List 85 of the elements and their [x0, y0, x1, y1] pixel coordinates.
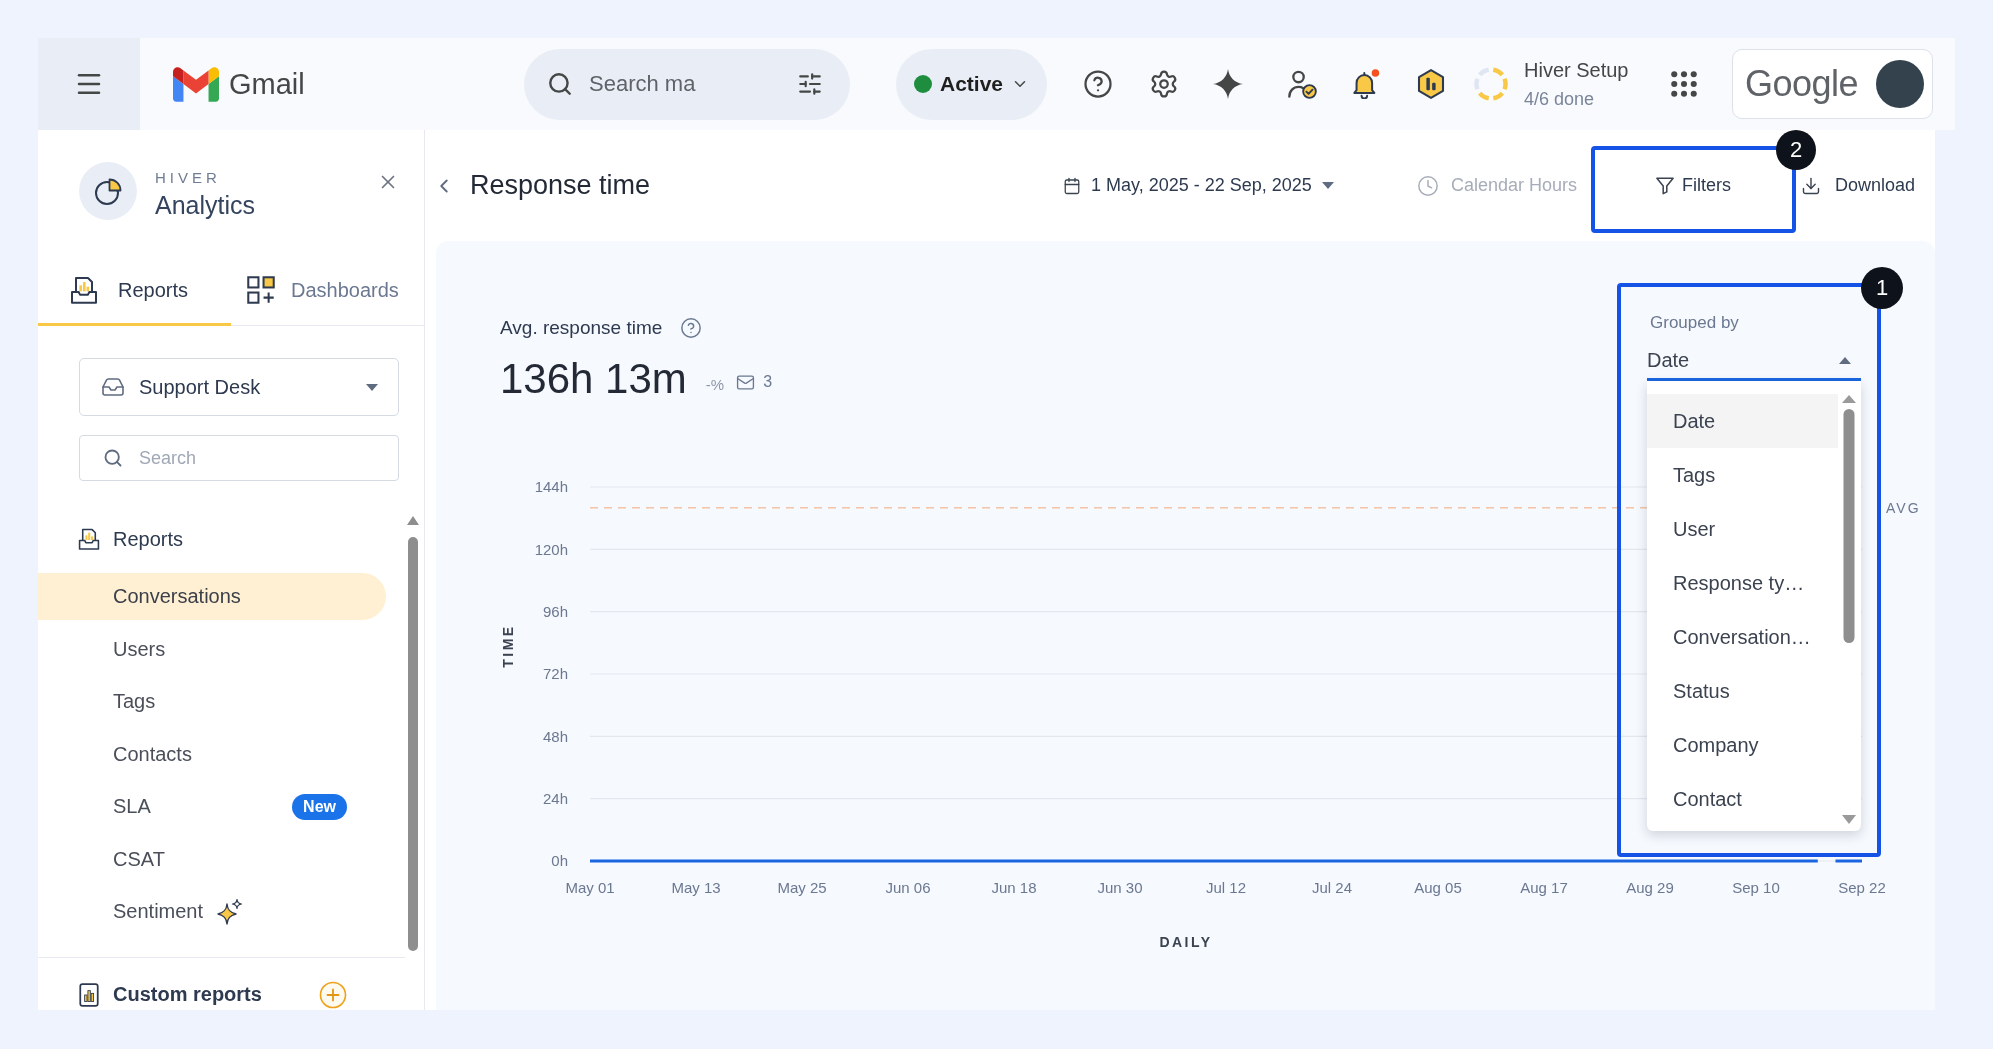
help-icon[interactable]	[680, 317, 703, 339]
axis-label: Sep 10	[1732, 879, 1780, 897]
section-title: Custom reports	[113, 983, 262, 1006]
brand-title: Analytics	[155, 190, 256, 220]
avatar	[1876, 60, 1924, 108]
axis-label: Aug 29	[1626, 879, 1674, 897]
mail-icon	[736, 372, 756, 392]
search-input[interactable]: Search	[139, 447, 398, 469]
metric-title: Avg. response time	[500, 317, 663, 339]
axis-label: Sep 22	[1838, 879, 1886, 897]
search-icon	[103, 448, 123, 468]
download-button[interactable]: Download	[1801, 175, 1916, 196]
person-check-icon[interactable]	[1287, 69, 1317, 99]
axis-label: Jul 12	[1206, 879, 1246, 897]
caret-icon	[366, 383, 378, 391]
tab[interactable]: Reports	[38, 254, 231, 326]
setup-title[interactable]: Hiver Setup	[1524, 59, 1629, 81]
caret-icon	[1321, 182, 1334, 189]
scrollbar[interactable]	[406, 514, 420, 951]
axis-label: Jul 24	[1312, 879, 1352, 897]
search-input[interactable]: Search ma	[589, 71, 781, 97]
axis-label: May 01	[565, 879, 615, 897]
axis-label: 144h	[534, 478, 568, 496]
scrollbar[interactable]	[1840, 394, 1858, 826]
report-document-icon	[78, 982, 100, 1007]
axis-label: Aug 05	[1414, 879, 1462, 897]
clock-icon	[1417, 174, 1439, 197]
help-icon[interactable]	[1083, 69, 1113, 99]
calendar-icon	[1063, 176, 1081, 195]
axis-title: DAILY	[1159, 933, 1213, 950]
brand-kicker: HIVER	[155, 169, 221, 187]
dashboard-grid-icon	[247, 276, 275, 304]
axis-label: 72h	[542, 665, 568, 683]
gmail-logo	[173, 66, 219, 102]
inbox-icon	[101, 375, 125, 399]
report-tray-icon	[78, 528, 100, 550]
nav-item[interactable]: CSAT	[38, 835, 386, 883]
setup-progress-text: 4/6 done	[1524, 89, 1595, 109]
axis-label: 48h	[542, 727, 568, 745]
tab[interactable]: Dashboards	[231, 254, 424, 326]
apps-grid-icon[interactable]	[1671, 71, 1697, 97]
axis-label: 120h	[534, 540, 568, 558]
axis-label: 0h	[551, 852, 568, 870]
axis-label: Aug 17	[1520, 879, 1568, 897]
download-icon	[1801, 175, 1821, 196]
filter-options-icon[interactable]	[797, 71, 823, 97]
menu-item[interactable]: Date	[1647, 394, 1838, 448]
change-text: -%	[705, 375, 725, 393]
caret-icon	[1839, 357, 1851, 364]
settings-icon[interactable]	[1149, 69, 1179, 99]
nav-item[interactable]: Tags	[38, 678, 386, 725]
page-title: Response time	[470, 170, 651, 201]
pie-chart-logo-icon	[79, 162, 137, 220]
filters-button[interactable]: Filters	[1656, 175, 1731, 196]
nav-item[interactable]: SLA New	[38, 783, 386, 830]
axis-label: May 25	[777, 879, 827, 897]
report-tray-icon	[70, 276, 98, 304]
bell-icon[interactable]	[1351, 69, 1381, 99]
account-button[interactable]: Google	[1732, 49, 1933, 119]
hexagon-logo-icon[interactable]	[1416, 69, 1446, 99]
nav-item[interactable]: Contacts	[38, 730, 386, 778]
axis-label: Jun 30	[1097, 879, 1143, 897]
axis-title: TIME	[499, 624, 516, 668]
axis-label: Jun 06	[885, 879, 931, 897]
nav-item[interactable]: Users	[38, 625, 386, 673]
search-field[interactable]: Search	[79, 435, 399, 481]
inbox-select[interactable]: Support Desk	[79, 358, 399, 416]
new-badge: New	[292, 793, 347, 820]
app-name: Gmail	[229, 69, 305, 99]
metric-value: 136h 13m	[500, 354, 687, 404]
axis-label: May 13	[671, 879, 721, 897]
axis-label: 96h	[542, 602, 568, 620]
nav-item[interactable]: Sentiment	[38, 888, 386, 935]
search-icon	[547, 71, 573, 97]
funnel-icon	[1656, 176, 1674, 195]
axis-label: 24h	[542, 789, 568, 807]
status-button[interactable]: Active	[896, 48, 1047, 120]
search-field[interactable]: Search ma	[524, 48, 850, 120]
sparkle-icon[interactable]	[1213, 69, 1243, 99]
average-label: AVG	[1886, 499, 1921, 516]
axis-label: Jun 18	[991, 879, 1037, 897]
nav-item[interactable]: Conversations	[38, 573, 386, 620]
date-range-button[interactable]: 1 May, 2025 - 22 Sep, 2025	[1063, 175, 1334, 196]
count-text: 3	[763, 373, 773, 391]
section-title: Reports	[113, 527, 184, 551]
